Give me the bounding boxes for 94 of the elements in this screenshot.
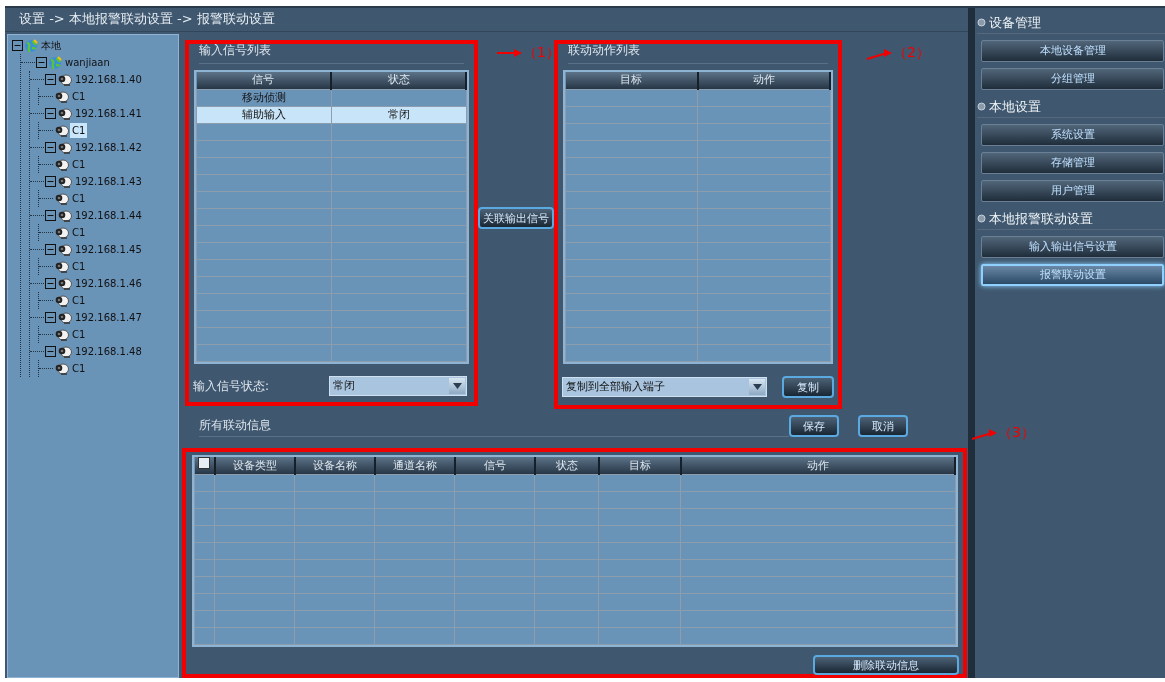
expander-icon[interactable] <box>45 142 56 153</box>
expander-icon[interactable] <box>45 108 56 119</box>
camera-icon <box>54 123 69 138</box>
expander-icon[interactable] <box>45 176 56 187</box>
column-header: 状态 <box>331 72 466 89</box>
column-header: 设备名称 <box>294 457 375 475</box>
table-cell[interactable]: 移动侦测 <box>196 89 332 106</box>
menu-button[interactable]: 系统设置 <box>981 124 1164 146</box>
annotation-label: （2） <box>893 43 930 62</box>
panel-title: 联动动作列表 <box>568 44 828 64</box>
column-header: 通道名称 <box>374 457 455 475</box>
tree-item[interactable]: 192.168.1.45 <box>73 242 144 257</box>
expander-icon[interactable] <box>45 74 56 85</box>
tree-item[interactable]: C1 <box>70 293 88 308</box>
camera-icon <box>54 361 69 376</box>
camera-icon <box>54 225 69 240</box>
expander-icon[interactable] <box>36 57 47 68</box>
field-label: 输入信号状态: <box>193 377 271 395</box>
save-button[interactable]: 保存 <box>789 415 839 437</box>
camera-icon <box>54 293 69 308</box>
tree-item[interactable]: C1 <box>70 225 88 240</box>
tree-item[interactable]: 192.168.1.47 <box>73 310 144 325</box>
expander-icon[interactable] <box>45 346 56 357</box>
tree-item[interactable]: 192.168.1.42 <box>73 140 144 155</box>
column-header: 信号 <box>196 72 332 89</box>
globe-icon <box>48 55 62 70</box>
expander-icon[interactable] <box>12 40 23 51</box>
tree-item[interactable]: C1 <box>70 191 88 206</box>
tree-item[interactable]: 192.168.1.44 <box>73 208 144 223</box>
camera-icon <box>54 89 69 104</box>
expander-icon[interactable] <box>45 312 56 323</box>
tree-item[interactable]: C1 <box>70 157 88 172</box>
tree-item[interactable]: 192.168.1.41 <box>73 106 144 121</box>
camera-icon <box>57 276 72 291</box>
camera-icon <box>54 157 69 172</box>
bullet-icon <box>977 102 986 111</box>
bullet-icon <box>977 214 986 223</box>
menu-button[interactable]: 用户管理 <box>981 180 1164 202</box>
column-header: 信号 <box>454 457 535 475</box>
camera-icon <box>57 344 72 359</box>
globe-icon <box>24 38 38 53</box>
expander-icon[interactable] <box>45 278 56 289</box>
column-header: 动作 <box>680 457 955 475</box>
caret-icon <box>452 382 462 389</box>
tree-item[interactable]: C1 <box>70 89 88 104</box>
breadcrumb: 设置 -> 本地报警联动设置 -> 报警联动设置 <box>5 8 968 32</box>
tree-item[interactable]: C1 <box>70 361 88 376</box>
camera-icon <box>54 327 69 342</box>
section-heading: 本地报警联动设置 <box>989 209 1093 228</box>
link-output-button[interactable]: 关联输出信号 <box>478 206 554 229</box>
camera-icon <box>57 174 72 189</box>
camera-icon <box>57 242 72 257</box>
section-title: 所有联动信息 <box>199 415 789 437</box>
menu-button[interactable]: 输入输出信号设置 <box>981 236 1164 258</box>
tree-item[interactable]: 192.168.1.43 <box>73 174 144 189</box>
copy-button[interactable]: 复制 <box>782 375 834 398</box>
tree-item[interactable]: 192.168.1.40 <box>73 72 144 87</box>
delete-linkage-button[interactable]: 删除联动信息 <box>813 654 959 675</box>
select-all-checkbox[interactable] <box>198 457 210 469</box>
cancel-button[interactable]: 取消 <box>858 415 908 437</box>
camera-icon <box>54 259 69 274</box>
menu-button[interactable]: 报警联动设置 <box>981 264 1164 286</box>
tree-item[interactable]: 192.168.1.46 <box>73 276 144 291</box>
caret-icon <box>752 383 762 390</box>
camera-icon <box>57 72 72 87</box>
bullet-icon <box>977 18 986 27</box>
section-heading: 本地设置 <box>989 97 1041 116</box>
camera-icon <box>54 191 69 206</box>
status-dropdown[interactable]: 常闭 <box>329 375 467 396</box>
column-header: 目标 <box>565 72 698 89</box>
tree-item[interactable]: C1 <box>70 123 88 138</box>
tree-item[interactable]: C1 <box>70 327 88 342</box>
column-header: 目标 <box>598 457 681 475</box>
column-header: 设备类型 <box>214 457 295 475</box>
expander-icon[interactable] <box>45 244 56 255</box>
camera-icon <box>57 310 72 325</box>
tree-item[interactable]: 192.168.1.48 <box>73 344 144 359</box>
tree-item[interactable]: 本地 <box>39 38 63 53</box>
menu-button[interactable]: 存储管理 <box>981 152 1164 174</box>
camera-icon <box>57 106 72 121</box>
column-header: 状态 <box>534 457 599 475</box>
panel-title: 输入信号列表 <box>199 44 464 64</box>
column-header: 动作 <box>697 72 830 89</box>
camera-icon <box>57 208 72 223</box>
expander-icon[interactable] <box>45 210 56 221</box>
copy-dropdown[interactable]: 复制到全部输入端子 <box>562 376 768 397</box>
menu-button[interactable]: 分组管理 <box>981 68 1164 90</box>
tree-item[interactable]: C1 <box>70 259 88 274</box>
annotation-label: （1） <box>523 43 560 62</box>
annotation-label: （3） <box>998 423 1035 442</box>
camera-icon <box>57 140 72 155</box>
section-heading: 设备管理 <box>989 13 1041 32</box>
tree-item[interactable]: wanjiaan <box>63 55 112 70</box>
menu-button[interactable]: 本地设备管理 <box>981 40 1164 62</box>
